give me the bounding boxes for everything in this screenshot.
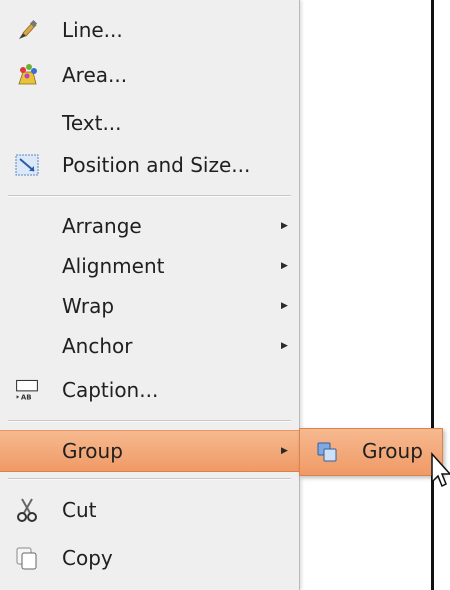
position-size-icon — [14, 152, 40, 178]
menu-item-label: Alignment — [62, 254, 165, 278]
caption-icon: AB — [14, 377, 40, 403]
menu-item-area[interactable]: Area... — [0, 55, 299, 95]
submenu-arrow-icon: ▶ — [281, 341, 288, 351]
menu-item-label: Anchor — [62, 334, 133, 358]
menu-item-label: Caption... — [62, 378, 159, 402]
submenu-item-group[interactable]: Group — [362, 439, 423, 463]
menu-item-label: Line... — [62, 18, 123, 42]
menu-item-alignment[interactable]: Alignment ▶ — [0, 246, 299, 286]
submenu-arrow-icon: ▶ — [281, 446, 288, 456]
menu-item-wrap[interactable]: Wrap ▶ — [0, 286, 299, 326]
menu-item-label: Area... — [62, 63, 128, 87]
document-canvas — [300, 0, 450, 590]
menu-item-label: Text... — [62, 111, 122, 135]
menu-item-label: Arrange — [62, 214, 142, 238]
menu-item-label: Cut — [62, 498, 97, 522]
menu-item-copy[interactable]: Copy — [0, 538, 299, 578]
menu-item-arrange[interactable]: Arrange ▶ — [0, 206, 299, 246]
group-submenu: Group — [299, 428, 443, 476]
submenu-arrow-icon: ▶ — [281, 301, 288, 311]
menu-item-label: Copy — [62, 546, 113, 570]
menu-item-caption[interactable]: AB Caption... — [0, 370, 299, 410]
context-menu: Line... Area... Text... Position and Siz… — [0, 0, 300, 590]
menu-item-label: Position and Size... — [62, 153, 251, 177]
group-icon — [316, 441, 338, 463]
menu-separator — [8, 420, 291, 422]
menu-separator — [8, 478, 291, 480]
menu-item-position-and-size[interactable]: Position and Size... — [0, 145, 299, 185]
page-border — [431, 0, 434, 590]
menu-item-cut[interactable]: Cut — [0, 490, 299, 530]
area-fill-icon — [14, 62, 40, 88]
menu-item-anchor[interactable]: Anchor ▶ — [0, 326, 299, 366]
menu-item-group[interactable]: Group ▶ — [0, 430, 299, 472]
menu-item-label: Wrap — [62, 294, 115, 318]
copy-icon — [14, 545, 40, 571]
svg-text:AB: AB — [21, 394, 32, 402]
menu-separator — [8, 195, 291, 197]
menu-item-label: Group — [62, 439, 123, 463]
mouse-cursor-icon — [430, 452, 450, 496]
paintbrush-icon — [14, 17, 40, 43]
menu-item-text[interactable]: Text... — [0, 103, 299, 143]
submenu-arrow-icon: ▶ — [281, 261, 288, 271]
submenu-arrow-icon: ▶ — [281, 221, 288, 231]
menu-item-line[interactable]: Line... — [0, 10, 299, 50]
scissors-icon — [14, 497, 40, 523]
